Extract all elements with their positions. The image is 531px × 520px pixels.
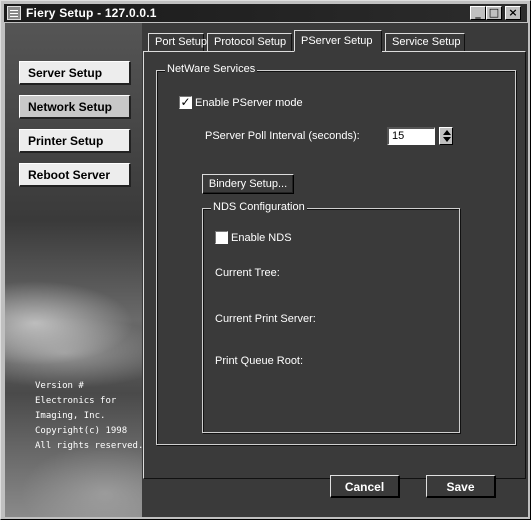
poll-interval-input[interactable]: 15	[387, 127, 435, 145]
sidebar-item-network-setup[interactable]: Network Setup	[19, 95, 131, 119]
tab-pserver-setup[interactable]: PServer Setup	[294, 30, 382, 52]
nds-configuration-group: NDS Configuration Enable NDS Current Tre…	[202, 201, 460, 433]
current-print-server-label: Current Print Server:	[215, 313, 316, 325]
enable-nds-label: Enable NDS	[231, 232, 292, 244]
current-tree-label: Current Tree:	[215, 267, 280, 279]
tab-protocol-setup[interactable]: Protocol Setup	[207, 33, 292, 51]
netware-services-group: NetWare Services ✓ Enable PServer mode P…	[156, 63, 516, 445]
enable-pserver-label: Enable PServer mode	[195, 97, 303, 109]
version-line: Electronics for	[35, 396, 117, 406]
save-button[interactable]: Save	[426, 475, 496, 498]
title-bar[interactable]: Fiery Setup - 127.0.0.1 _ □ ×	[4, 4, 527, 22]
poll-interval-spinner[interactable]	[439, 127, 453, 145]
tab-panel-pserver: NetWare Services ✓ Enable PServer mode P…	[143, 51, 526, 479]
version-line: All rights reserved.	[35, 441, 144, 451]
enable-nds-checkbox[interactable]	[215, 231, 228, 244]
cancel-button[interactable]: Cancel	[330, 475, 400, 498]
sidebar-item-server-setup[interactable]: Server Setup	[19, 61, 131, 85]
spin-down-icon[interactable]	[443, 137, 451, 142]
app-icon[interactable]	[7, 6, 21, 20]
sidebar-item-printer-setup[interactable]: Printer Setup	[19, 129, 131, 153]
poll-interval-label: PServer Poll Interval (seconds):	[205, 130, 360, 142]
spin-up-icon[interactable]	[443, 130, 451, 135]
minimize-button[interactable]: _	[470, 6, 486, 20]
window-title: Fiery Setup - 127.0.0.1	[26, 6, 157, 20]
sidebar: Server Setup Network Setup Printer Setup…	[5, 23, 143, 517]
tab-service-setup[interactable]: Service Setup	[385, 33, 465, 51]
main-panel: Port Setup Protocol Setup PServer Setup …	[142, 23, 528, 517]
version-info: Version # Electronics for Imaging, Inc. …	[35, 379, 143, 454]
tab-port-setup[interactable]: Port Setup	[148, 33, 207, 51]
version-line: Version #	[35, 381, 84, 391]
maximize-button[interactable]: □	[486, 6, 502, 20]
close-button[interactable]: ×	[505, 6, 521, 20]
version-line: Copyright(c) 1998	[35, 426, 128, 436]
version-line: Imaging, Inc.	[35, 411, 106, 421]
fiery-setup-window: Fiery Setup - 127.0.0.1 _ □ × Server Set…	[0, 0, 531, 520]
print-queue-root-label: Print Queue Root:	[215, 355, 304, 367]
group-title: NetWare Services	[165, 63, 258, 75]
enable-pserver-checkbox[interactable]: ✓	[179, 96, 192, 109]
group-title: NDS Configuration	[211, 201, 307, 213]
bindery-setup-button[interactable]: Bindery Setup...	[202, 174, 294, 194]
sidebar-item-reboot-server[interactable]: Reboot Server	[19, 163, 131, 187]
